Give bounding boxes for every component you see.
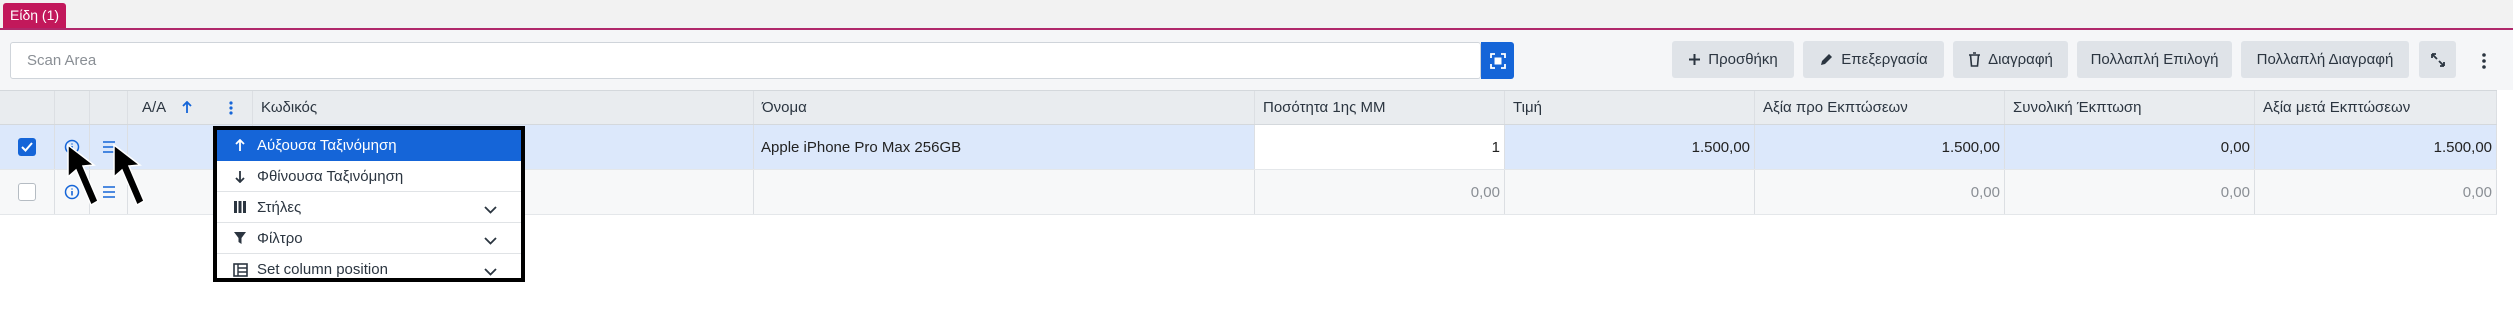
chevron-down-icon	[484, 232, 497, 249]
pencil-icon	[1819, 52, 1834, 67]
header-select-col	[0, 91, 55, 124]
column-menu-icon[interactable]	[229, 100, 233, 115]
filter-icon	[229, 231, 251, 245]
row-select-cell[interactable]	[0, 125, 55, 169]
arrow-up-icon	[229, 139, 251, 152]
tab-items[interactable]: Είδη (1)	[3, 3, 67, 28]
row-value-after-cell: 1.500,00	[2255, 125, 2497, 169]
more-options-button[interactable]	[2474, 50, 2494, 72]
multi-delete-label: Πολλαπλή Διαγραφή	[2256, 51, 2394, 68]
row-select-cell[interactable]	[0, 170, 55, 214]
menu-item-sort-descending[interactable]: Φθίνουσα Ταξινόμηση	[217, 161, 521, 192]
header-aa[interactable]: Α/Α	[128, 91, 253, 124]
header-name[interactable]: Όνομα	[754, 91, 1255, 124]
row-price-cell	[1505, 170, 1755, 214]
edit-button[interactable]: Επεξεργασία	[1803, 41, 1944, 78]
sort-up-icon[interactable]	[182, 101, 192, 114]
annotation-arrow-icon	[67, 143, 99, 207]
menu-item-label: Set column position	[257, 261, 388, 278]
kebab-icon	[2482, 53, 2486, 69]
menu-item-set-column-position[interactable]: Set column position	[217, 254, 521, 285]
header-aa-label: Α/Α	[142, 99, 167, 116]
row-checkbox[interactable]	[18, 183, 36, 201]
delete-button-label: Διαγραφή	[1988, 51, 2053, 68]
chevron-down-icon	[484, 263, 497, 280]
row-total-discount-cell: 0,00	[2005, 125, 2255, 169]
menu-item-label: Φθίνουσα Ταξινόμηση	[257, 167, 404, 185]
header-qty[interactable]: Ποσότητα 1ης ΜΜ	[1255, 91, 1505, 124]
add-button-label: Προσθήκη	[1708, 51, 1778, 68]
header-value-after[interactable]: Αξία μετά Εκπτώσεων	[2255, 91, 2497, 124]
chevron-down-icon	[484, 201, 497, 218]
menu-item-label: Στήλες	[257, 198, 302, 216]
tab-bar: Είδη (1)	[0, 0, 2513, 30]
grid-header: Α/Α Κωδικός Όνομα Ποσότητα 1ης ΜΜ Τιμή Α…	[0, 90, 2497, 125]
column-position-icon	[229, 262, 251, 277]
menu-item-columns[interactable]: Στήλες	[217, 192, 521, 223]
scan-area-input[interactable]	[11, 43, 1447, 78]
scan-button[interactable]	[1481, 42, 1514, 79]
multi-select-label: Πολλαπλή Επιλογή	[2090, 51, 2219, 68]
expand-button[interactable]	[2419, 41, 2456, 78]
arrow-down-icon	[229, 170, 251, 183]
menu-item-label: Αύξουσα Ταξινόμηση	[257, 137, 397, 154]
toolbar: Προσθήκη Επεξεργασία Διαγραφή Πολλαπλή Ε…	[0, 30, 2513, 90]
row-value-before-cell: 1.500,00	[1755, 125, 2005, 169]
menu-item-sort-ascending[interactable]: Αύξουσα Ταξινόμηση	[217, 130, 521, 161]
annotation-arrow-icon	[113, 143, 145, 207]
column-context-menu: Αύξουσα Ταξινόμηση Φθίνουσα Ταξινόμηση Σ…	[213, 126, 525, 282]
header-code[interactable]: Κωδικός	[253, 91, 754, 124]
header-total-discount[interactable]: Συνολική Έκπτωση	[2005, 91, 2255, 124]
menu-item-label: Φίλτρο	[257, 229, 303, 247]
multi-select-button[interactable]: Πολλαπλή Επιλογή	[2077, 41, 2232, 78]
scan-area-field[interactable]	[10, 42, 1481, 79]
menu-item-filter[interactable]: Φίλτρο	[217, 223, 521, 254]
row-qty-cell: 1	[1255, 125, 1505, 169]
edit-button-label: Επεξεργασία	[1841, 51, 1928, 68]
row-total-discount-cell: 0,00	[2005, 170, 2255, 214]
row-qty-cell: 0,00	[1255, 170, 1505, 214]
expand-icon	[2430, 52, 2445, 67]
multi-delete-button[interactable]: Πολλαπλή Διαγραφή	[2241, 41, 2409, 78]
plus-icon	[1688, 53, 1701, 66]
row-name-cell	[754, 170, 1255, 214]
delete-button[interactable]: Διαγραφή	[1953, 41, 2068, 78]
trash-icon	[1968, 52, 1981, 67]
columns-icon	[229, 200, 251, 214]
row-value-after-cell: 0,00	[2255, 170, 2497, 214]
row-price-cell: 1.500,00	[1505, 125, 1755, 169]
row-name-cell: Apple iPhone Pro Max 256GB	[754, 125, 1255, 169]
scan-icon	[1489, 52, 1506, 69]
row-value-before-cell: 0,00	[1755, 170, 2005, 214]
header-menu-col	[90, 91, 128, 124]
add-button[interactable]: Προσθήκη	[1672, 41, 1794, 78]
header-price[interactable]: Τιμή	[1505, 91, 1755, 124]
row-checkbox[interactable]	[18, 138, 36, 156]
check-icon	[21, 142, 33, 152]
header-value-before[interactable]: Αξία προ Εκπτώσεων	[1755, 91, 2005, 124]
header-info-col	[55, 91, 90, 124]
